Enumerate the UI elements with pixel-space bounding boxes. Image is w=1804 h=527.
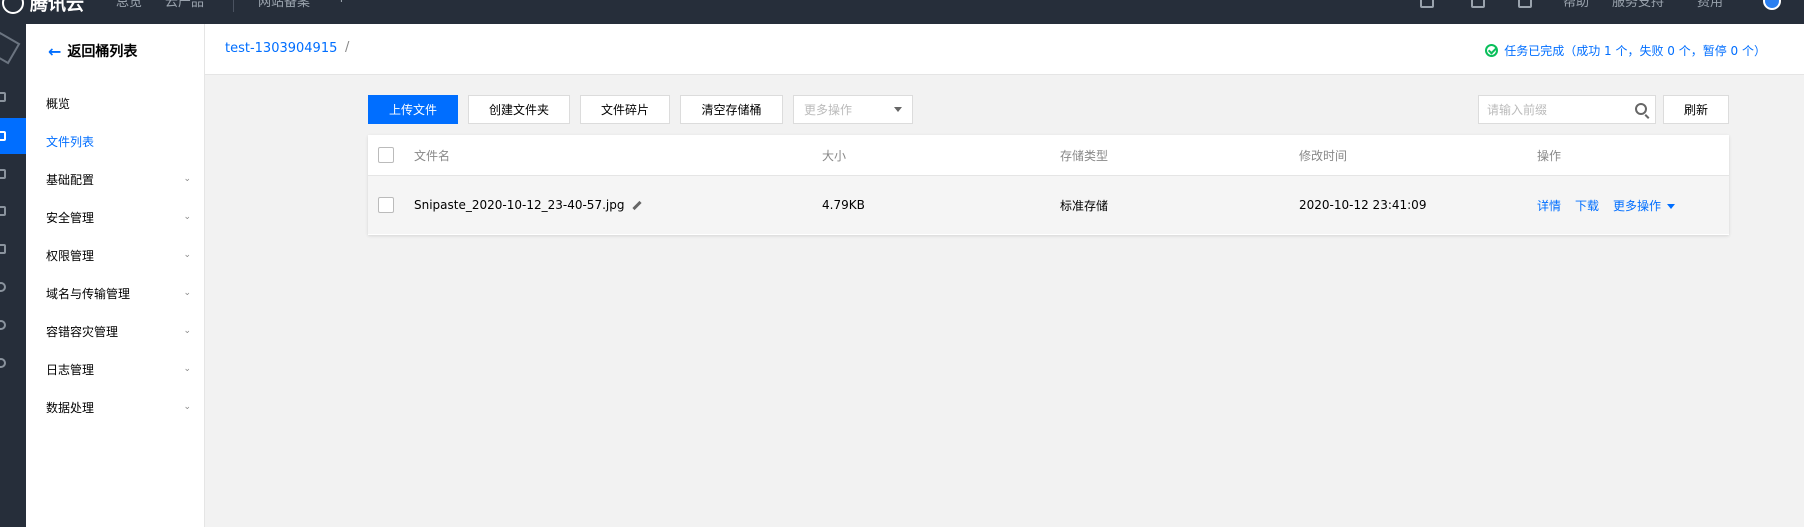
upload-button[interactable]: 上传文件: [368, 95, 458, 124]
file-storage-class: 标准存储: [1060, 198, 1109, 213]
settings-icon[interactable]: [0, 320, 6, 330]
file-table: 文件名 大小 存储类型 修改时间 操作 Snipaste_2020-10-12_…: [368, 135, 1729, 235]
chevron-down-icon: ⌄: [183, 174, 191, 184]
brand-name: 腾讯云: [30, 0, 84, 15]
nav-add[interactable]: +: [336, 0, 347, 9]
select-all-checkbox[interactable]: [378, 147, 394, 163]
column-header-modified[interactable]: 修改时间: [1299, 135, 1347, 175]
column-header-storage-class[interactable]: 存储类型: [1060, 135, 1108, 175]
sidebar-item-label: 容错容灾管理: [46, 324, 119, 339]
chevron-down-icon: ⌄: [183, 326, 191, 336]
header-checkbox-cell: [378, 135, 394, 175]
download-link[interactable]: 下载: [1575, 197, 1599, 214]
cart-icon[interactable]: [1518, 0, 1532, 8]
sidebar-item-disaster-recovery[interactable]: 容错容灾管理 ⌄: [46, 320, 191, 342]
cloud-logo-icon: [2, 0, 24, 14]
breadcrumb-separator: /: [345, 40, 350, 55]
ticket-icon[interactable]: [1420, 0, 1434, 8]
grid-icon[interactable]: [0, 92, 6, 102]
nav-products[interactable]: 云产品: [165, 0, 204, 10]
sidebar-item-label: 数据处理: [46, 400, 95, 415]
task-status-text: 任务已完成（成功 1 个，失败 0 个，暂停 0 个）: [1504, 44, 1766, 58]
product-icon-rail: [0, 24, 26, 527]
row-checkbox-cell: [378, 176, 394, 234]
table-header: 文件名 大小 存储类型 修改时间 操作: [368, 135, 1729, 176]
back-label: 返回桶列表: [67, 44, 138, 60]
sidebar-item-domain-transfer[interactable]: 域名与传输管理 ⌄: [46, 282, 191, 304]
prefix-search[interactable]: [1478, 95, 1656, 124]
chevron-down-icon: ⌄: [183, 402, 191, 412]
nav-overview[interactable]: 总览: [116, 0, 142, 10]
file-size: 4.79KB: [822, 198, 865, 212]
file-name-link[interactable]: Snipaste_2020-10-12_23-40-57.jpg: [414, 198, 624, 212]
arrow-left-icon: ←: [48, 41, 62, 61]
row-checkbox[interactable]: [378, 197, 394, 213]
sidebar-item-security[interactable]: 安全管理 ⌄: [46, 206, 191, 228]
caret-down-icon: [1667, 203, 1676, 209]
sidebar-item-file-list[interactable]: 文件列表: [46, 130, 191, 152]
table-row[interactable]: Snipaste_2020-10-12_23-40-57.jpg 4.79KB …: [368, 176, 1729, 234]
column-header-actions: 操作: [1537, 148, 1562, 163]
search-icon[interactable]: [1635, 103, 1647, 115]
refresh-button[interactable]: 刷新: [1663, 95, 1729, 124]
cos-hexagon-icon[interactable]: [0, 31, 21, 65]
file-name-cell: Snipaste_2020-10-12_23-40-57.jpg: [414, 176, 643, 234]
nav-support[interactable]: 服务支持: [1612, 0, 1664, 10]
sidebar-item-logs[interactable]: 日志管理 ⌄: [46, 358, 191, 380]
sidebar-item-data-processing[interactable]: 数据处理 ⌄: [46, 396, 191, 418]
breadcrumb-bucket[interactable]: test-1303904915: [225, 41, 337, 56]
document-icon[interactable]: [1471, 0, 1485, 8]
clock-icon[interactable]: [0, 358, 6, 368]
sidebar-item-label: 域名与传输管理: [46, 286, 131, 301]
sidebar-item-label: 文件列表: [46, 134, 95, 149]
row-actions: 详情 下载 更多操作: [1537, 176, 1676, 234]
column-header-name[interactable]: 文件名: [414, 135, 450, 175]
sidebar-item-overview[interactable]: 概览: [46, 92, 191, 114]
chart-icon[interactable]: [0, 206, 6, 216]
chevron-down-icon: ⌄: [183, 212, 191, 222]
top-navbar: 腾讯云 总览 云产品 网站备案 + 帮助 服务支持 费用: [0, 0, 1804, 24]
calendar-icon[interactable]: [0, 244, 6, 254]
nav-icp-filing[interactable]: 网站备案: [258, 0, 310, 10]
brand-logo[interactable]: 腾讯云: [0, 0, 84, 15]
check-circle-icon: [1485, 44, 1499, 57]
chevron-down-icon: ⌄: [183, 288, 191, 298]
caret-down-icon: [894, 107, 902, 112]
column-header-size[interactable]: 大小: [822, 135, 846, 175]
sidebar-item-label: 日志管理: [46, 362, 95, 377]
bucket-sidebar: ← 返回桶列表 概览 文件列表 基础配置 ⌄ 安全管理 ⌄ 权限管理 ⌄ 域名与…: [26, 24, 205, 527]
bucket-icon[interactable]: [0, 131, 6, 141]
nav-help[interactable]: 帮助: [1563, 0, 1589, 10]
task-status[interactable]: 任务已完成（成功 1 个，失败 0 个，暂停 0 个）: [1485, 42, 1766, 59]
back-to-buckets-link[interactable]: ← 返回桶列表: [48, 41, 137, 61]
search-input[interactable]: [1487, 102, 1627, 117]
user-avatar[interactable]: [1763, 0, 1781, 10]
signal-icon[interactable]: [0, 282, 6, 292]
more-actions-placeholder: 更多操作: [804, 103, 853, 117]
file-modified: 2020-10-12 23:41:09: [1299, 198, 1427, 212]
sidebar-item-basic-config[interactable]: 基础配置 ⌄: [46, 168, 191, 190]
sidebar-item-label: 权限管理: [46, 248, 95, 263]
sidebar-item-permissions[interactable]: 权限管理 ⌄: [46, 244, 191, 266]
page-header: test-1303904915 / 任务已完成（成功 1 个，失败 0 个，暂停…: [205, 24, 1804, 75]
sidebar-item-label: 概览: [46, 96, 71, 111]
sidebar-item-label: 安全管理: [46, 210, 95, 225]
chevron-down-icon: ⌄: [183, 250, 191, 260]
pencil-icon[interactable]: [632, 200, 643, 210]
file-fragments-button[interactable]: 文件碎片: [580, 95, 670, 124]
more-actions-select[interactable]: 更多操作: [793, 95, 913, 124]
sidebar-item-label: 基础配置: [46, 172, 95, 187]
details-link[interactable]: 详情: [1537, 197, 1561, 214]
more-actions-label: 更多操作: [1613, 198, 1662, 213]
nav-billing[interactable]: 费用: [1697, 0, 1723, 10]
create-folder-button[interactable]: 创建文件夹: [468, 95, 570, 124]
chevron-down-icon: ⌄: [183, 364, 191, 374]
clear-bucket-button[interactable]: 清空存储桶: [680, 95, 783, 124]
nav-divider: [233, 0, 234, 12]
task-icon[interactable]: [0, 169, 6, 179]
more-actions-link[interactable]: 更多操作: [1613, 197, 1676, 214]
